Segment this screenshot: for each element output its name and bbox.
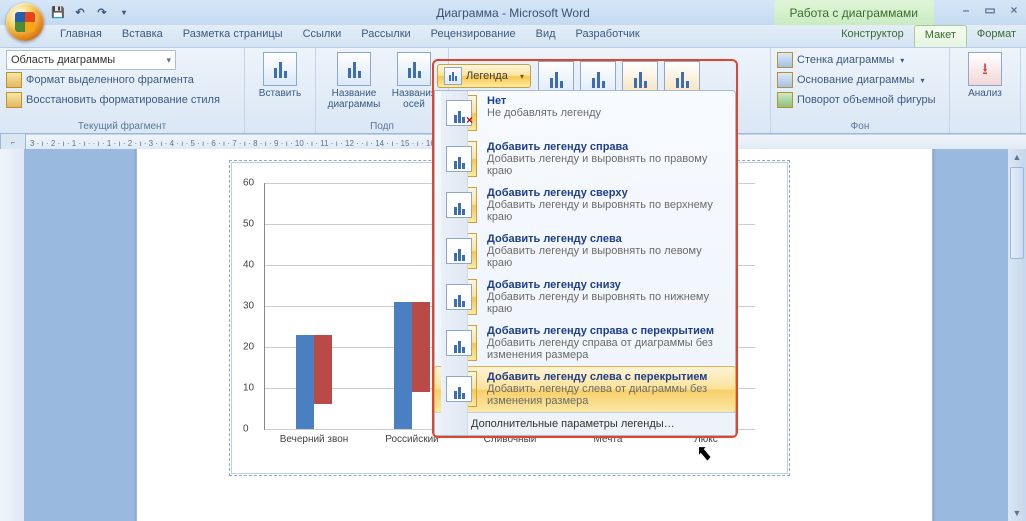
legend-menu: ×НетНе добавлять легендуДобавить легенду… <box>434 90 736 436</box>
x-tick-label: Российский <box>385 434 439 445</box>
tab-references[interactable]: Ссылки <box>293 25 352 47</box>
analysis-button[interactable]: ⭳ Анализ <box>962 50 1008 99</box>
reset-style-icon <box>6 92 22 108</box>
tab-design[interactable]: Конструктор <box>831 25 914 47</box>
tab-mailings[interactable]: Рассылки <box>351 25 420 47</box>
qat-more-icon[interactable]: ▾ <box>116 5 132 21</box>
bar[interactable] <box>394 302 412 429</box>
scroll-thumb[interactable] <box>1010 167 1024 259</box>
group-label-background: Фон <box>771 121 949 132</box>
format-selection-icon <box>6 72 22 88</box>
legend-option-2[interactable]: Добавить легенду сверхуДобавить легенду … <box>435 183 735 229</box>
vertical-scrollbar[interactable]: ▲ ▼ <box>1008 149 1026 521</box>
tab-page-layout[interactable]: Разметка страницы <box>173 25 293 47</box>
chart-elements-combo[interactable]: Область диаграммы <box>6 50 176 70</box>
chart-floor-button[interactable]: Основание диаграммы▾ <box>777 70 943 90</box>
tab-insert[interactable]: Вставка <box>112 25 173 47</box>
close-button[interactable]: × <box>1006 3 1022 17</box>
chart-floor-icon <box>777 72 793 88</box>
scroll-up-icon[interactable]: ▲ <box>1008 149 1026 165</box>
tab-home[interactable]: Главная <box>50 25 112 47</box>
analysis-icon: ⭳ <box>968 52 1002 86</box>
legend-option-0[interactable]: ×НетНе добавлять легенду <box>435 91 735 137</box>
save-icon[interactable]: 💾 <box>50 5 66 21</box>
y-tick-label: 0 <box>243 424 249 435</box>
undo-icon[interactable]: ↶ <box>72 5 88 21</box>
window-title: Диаграмма - Microsoft Word <box>436 6 590 20</box>
legend-option-1[interactable]: Добавить легенду справаДобавить легенду … <box>435 137 735 183</box>
axis-titles-icon <box>397 52 431 86</box>
reset-style-button[interactable]: Восстановить форматирование стиля <box>6 90 238 110</box>
tab-format[interactable]: Формат <box>967 25 1026 47</box>
chart-title-button[interactable]: Название диаграммы <box>322 50 386 131</box>
rotate-3d-icon <box>777 92 793 108</box>
quick-access-toolbar: 💾 ↶ ↷ ▾ <box>50 5 132 21</box>
tab-developer[interactable]: Разработчик <box>566 25 650 47</box>
y-tick-label: 20 <box>243 342 254 353</box>
bar[interactable] <box>412 302 430 392</box>
legend-button[interactable]: Легенда <box>437 64 531 88</box>
y-tick-label: 40 <box>243 260 254 271</box>
restore-button[interactable]: ▭ <box>982 3 998 17</box>
minimize-button[interactable]: – <box>958 3 974 17</box>
legend-option-icon: × <box>441 95 477 131</box>
rotate-3d-button[interactable]: Поворот объемной фигуры <box>777 90 943 110</box>
legend-option-icon <box>441 141 477 177</box>
legend-option-4[interactable]: Добавить легенду снизуДобавить легенду и… <box>435 275 735 321</box>
vertical-ruler[interactable] <box>0 149 25 521</box>
legend-more-options[interactable]: Дополнительные параметры легенды… <box>435 412 735 435</box>
chart-wall-button[interactable]: Стенка диаграммы▾ <box>777 50 943 70</box>
scroll-down-icon[interactable]: ▼ <box>1008 505 1026 521</box>
legend-option-icon <box>441 279 477 315</box>
legend-option-5[interactable]: Добавить легенду справа с перекрытиемДоб… <box>435 321 735 367</box>
insert-icon <box>263 52 297 86</box>
group-label-current: Текущий фрагмент <box>0 121 244 132</box>
office-button[interactable] <box>6 3 44 41</box>
tab-layout[interactable]: Макет <box>914 25 967 47</box>
legend-option-icon <box>441 371 477 407</box>
contextual-tab-label: Работа с диаграммами <box>774 0 935 25</box>
legend-option-icon <box>441 325 477 361</box>
y-tick-label: 30 <box>243 301 254 312</box>
format-selection-button[interactable]: Формат выделенного фрагмента <box>6 70 238 90</box>
group-label-labels: Подп <box>316 121 448 132</box>
y-tick-label: 60 <box>243 178 254 189</box>
x-tick-label: Вечерний звон <box>280 434 349 445</box>
bar[interactable] <box>314 335 332 405</box>
chart-wall-icon <box>777 52 793 68</box>
tab-review[interactable]: Рецензирование <box>421 25 526 47</box>
legend-option-6[interactable]: Добавить легенду слева с перекрытиемДоба… <box>434 366 736 413</box>
y-tick-label: 50 <box>243 219 254 230</box>
bar[interactable] <box>296 335 314 429</box>
y-tick-label: 10 <box>243 383 254 394</box>
legend-icon <box>444 67 462 85</box>
legend-dropdown-highlight: Легенда ×НетНе добавлять легендуДобавить… <box>432 59 738 438</box>
title-bar: 💾 ↶ ↷ ▾ Диаграмма - Microsoft Word Работ… <box>0 0 1026 25</box>
tab-view[interactable]: Вид <box>526 25 566 47</box>
legend-option-icon <box>441 233 477 269</box>
legend-option-3[interactable]: Добавить легенду слеваДобавить легенду и… <box>435 229 735 275</box>
redo-icon[interactable]: ↷ <box>94 5 110 21</box>
legend-option-icon <box>441 187 477 223</box>
insert-button[interactable]: Вставить <box>257 50 303 99</box>
ribbon-tabs: Главная Вставка Разметка страницы Ссылки… <box>0 25 1026 48</box>
chart-title-icon <box>337 52 371 86</box>
